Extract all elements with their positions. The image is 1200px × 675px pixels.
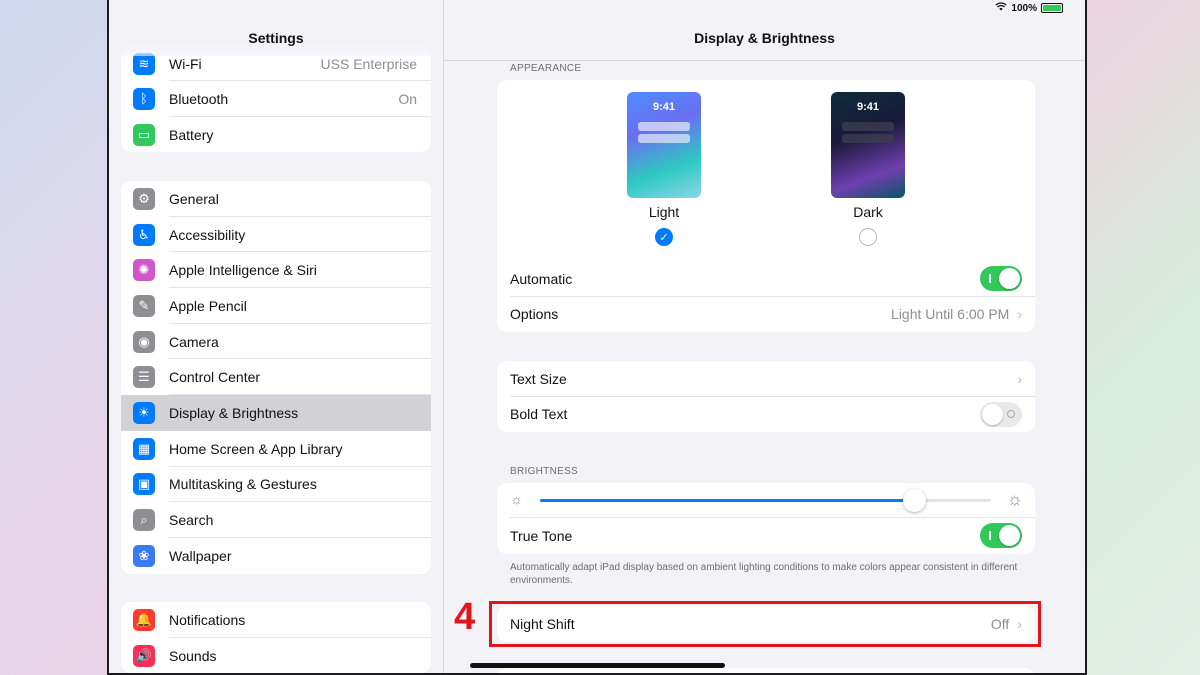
sidebar-item-label: Control Center xyxy=(169,369,261,386)
sidebar-item-battery[interactable]: ▭ Battery xyxy=(121,117,431,153)
sounds-icon: 🔊 xyxy=(133,644,155,667)
dark-label: Dark xyxy=(853,204,883,220)
sun-large-icon: ☼ xyxy=(1006,489,1024,509)
gear-icon: ⚙ xyxy=(133,187,155,210)
sidebar-item-label: Camera xyxy=(169,333,219,350)
search-icon: ⌕ xyxy=(133,509,155,532)
sidebar-item-value: On xyxy=(398,90,417,107)
text-size-label: Text Size xyxy=(510,370,567,387)
sidebar-group-connectivity: ≋ Wi-Fi USS Enterprise ᛒ Bluetooth On ▭ Battery xyxy=(121,46,431,153)
ipad-screen: 100% Settings ≋ Wi-Fi USS Enterprise ᛒ Bluet… xyxy=(107,0,1087,675)
sidebar-item-label: Battery xyxy=(169,126,214,143)
sidebar-item-label: General xyxy=(169,190,219,207)
battery-icon: ▭ xyxy=(133,123,155,146)
accessibility-icon: ♿ xyxy=(133,223,155,246)
appearance-dark-option[interactable]: 9:41 Dark xyxy=(831,92,905,246)
light-label: Light xyxy=(648,204,680,220)
brightness-slider[interactable] xyxy=(540,489,991,512)
brightness-section-label: BRIGHTNESS xyxy=(510,466,579,477)
brightness-slider-handle[interactable] xyxy=(903,489,927,512)
sidebar-item-label: Display & Brightness xyxy=(169,404,299,421)
chevron-right-icon: › xyxy=(1017,370,1022,387)
text-card: Text Size › Bold Text xyxy=(497,361,1035,432)
sidebar-item-display-brightness[interactable]: ☀ Display & Brightness xyxy=(121,395,431,431)
sidebar-item-label: Home Screen & App Library xyxy=(169,440,343,457)
sidebar-item-home-screen-app-library[interactable]: ▦ Home Screen & App Library xyxy=(121,431,431,467)
dark-preview: 9:41 xyxy=(831,92,905,198)
sidebar-item-label: Notifications xyxy=(169,611,246,628)
light-preview-time: 9:41 xyxy=(652,101,676,113)
sidebar-item-label: Search xyxy=(169,512,214,529)
sidebar-item-label: Apple Intelligence & Siri xyxy=(169,262,317,279)
brightness-slider-row: ☼ ☼ xyxy=(497,483,1035,518)
sidebar-item-wallpaper[interactable]: ❀ Wallpaper xyxy=(121,538,431,574)
sidebar-item-general[interactable]: ⚙ General xyxy=(121,181,431,217)
control-center-icon: ☰ xyxy=(133,366,155,389)
sidebar-group-notifications: 🔔 Notifications 🔊 Sounds xyxy=(121,602,431,673)
bluetooth-icon: ᛒ xyxy=(133,87,155,110)
light-radio-checked[interactable]: ✓ xyxy=(655,228,673,246)
automatic-label: Automatic xyxy=(510,270,573,287)
sidebar-item-sounds[interactable]: 🔊 Sounds xyxy=(121,638,431,673)
wallpaper-icon: ❀ xyxy=(133,544,155,567)
dark-preview-time: 9:41 xyxy=(856,101,880,113)
appearance-section-label: APPEARANCE xyxy=(510,63,582,74)
highlight-box xyxy=(489,601,1041,647)
sidebar-item-notifications[interactable]: 🔔 Notifications xyxy=(121,602,431,638)
next-card-peek xyxy=(497,668,1035,673)
sidebar-item-camera[interactable]: ◉ Camera xyxy=(121,324,431,360)
automatic-row: Automatic xyxy=(497,261,1035,297)
true-tone-footnote: Automatically adapt iPad display based o… xyxy=(510,562,1018,586)
sidebar-item-label: Sounds xyxy=(169,647,217,664)
true-tone-label: True Tone xyxy=(510,527,573,544)
dark-radio[interactable] xyxy=(859,228,877,246)
camera-icon: ◉ xyxy=(133,330,155,353)
sidebar-item-label: Wi-Fi xyxy=(169,55,202,72)
sidebar-item-value: USS Enterprise xyxy=(320,55,417,72)
multitasking-icon: ▣ xyxy=(133,473,155,496)
options-label: Options xyxy=(510,306,559,323)
sidebar-item-label: Multitasking & Gestures xyxy=(169,476,317,493)
bold-text-row: Bold Text xyxy=(497,397,1035,433)
appearance-card: 9:41 Light ✓ 9:41 Dark Automatic Options… xyxy=(497,80,1035,332)
automatic-toggle[interactable] xyxy=(980,266,1022,292)
sidebar-item-bluetooth[interactable]: ᛒ Bluetooth On xyxy=(121,81,431,117)
sidebar-item-label: Accessibility xyxy=(169,226,246,243)
sidebar-title: Settings xyxy=(109,20,443,56)
text-size-row[interactable]: Text Size › xyxy=(497,361,1035,397)
options-row[interactable]: Options Light Until 6:00 PM › xyxy=(497,297,1035,333)
sidebar-item-multitasking-gestures[interactable]: ▣ Multitasking & Gestures xyxy=(121,467,431,503)
sidebar-item-accessibility[interactable]: ♿ Accessibility xyxy=(121,217,431,253)
bold-text-label: Bold Text xyxy=(510,406,568,423)
home-indicator xyxy=(470,663,725,668)
header-divider xyxy=(444,60,1085,61)
sidebar-item-label: Bluetooth xyxy=(169,90,229,107)
sidebar: Settings ≋ Wi-Fi USS Enterprise ᛒ Bluetooth O… xyxy=(109,0,444,673)
sidebar-item-control-center[interactable]: ☰ Control Center xyxy=(121,359,431,396)
sidebar-item-label: Wallpaper xyxy=(169,547,232,564)
true-tone-toggle[interactable] xyxy=(980,523,1022,549)
home-screen-icon: ▦ xyxy=(133,437,155,460)
detail-pane: Display & Brightness APPEARANCE 9:41 Lig… xyxy=(444,0,1085,673)
detail-title: Display & Brightness xyxy=(694,30,835,46)
bold-text-toggle[interactable] xyxy=(980,401,1022,427)
step-number-annotation: 4 xyxy=(454,596,476,638)
chevron-right-icon: › xyxy=(1017,306,1022,323)
brightness-card: ☼ ☼ True Tone xyxy=(497,483,1035,554)
sidebar-item-apple-intelligence-siri[interactable]: ✺ Apple Intelligence & Siri xyxy=(121,252,431,289)
siri-icon: ✺ xyxy=(133,259,155,282)
sidebar-item-apple-pencil[interactable]: ✎ Apple Pencil xyxy=(121,288,431,324)
sidebar-group-system: ⚙ General ♿ Accessibility ✺ Apple Intelligenc… xyxy=(121,181,431,574)
options-value: Light Until 6:00 PM xyxy=(891,306,1010,323)
brightness-icon: ☀ xyxy=(133,401,155,424)
pencil-icon: ✎ xyxy=(133,294,155,317)
notifications-icon: 🔔 xyxy=(133,608,155,631)
appearance-light-option[interactable]: 9:41 Light ✓ xyxy=(627,92,701,246)
light-preview: 9:41 xyxy=(627,92,701,198)
sidebar-item-label: Apple Pencil xyxy=(169,297,247,314)
sun-small-icon: ☼ xyxy=(510,491,523,507)
sidebar-item-search[interactable]: ⌕ Search xyxy=(121,502,431,538)
true-tone-row: True Tone xyxy=(497,518,1035,554)
